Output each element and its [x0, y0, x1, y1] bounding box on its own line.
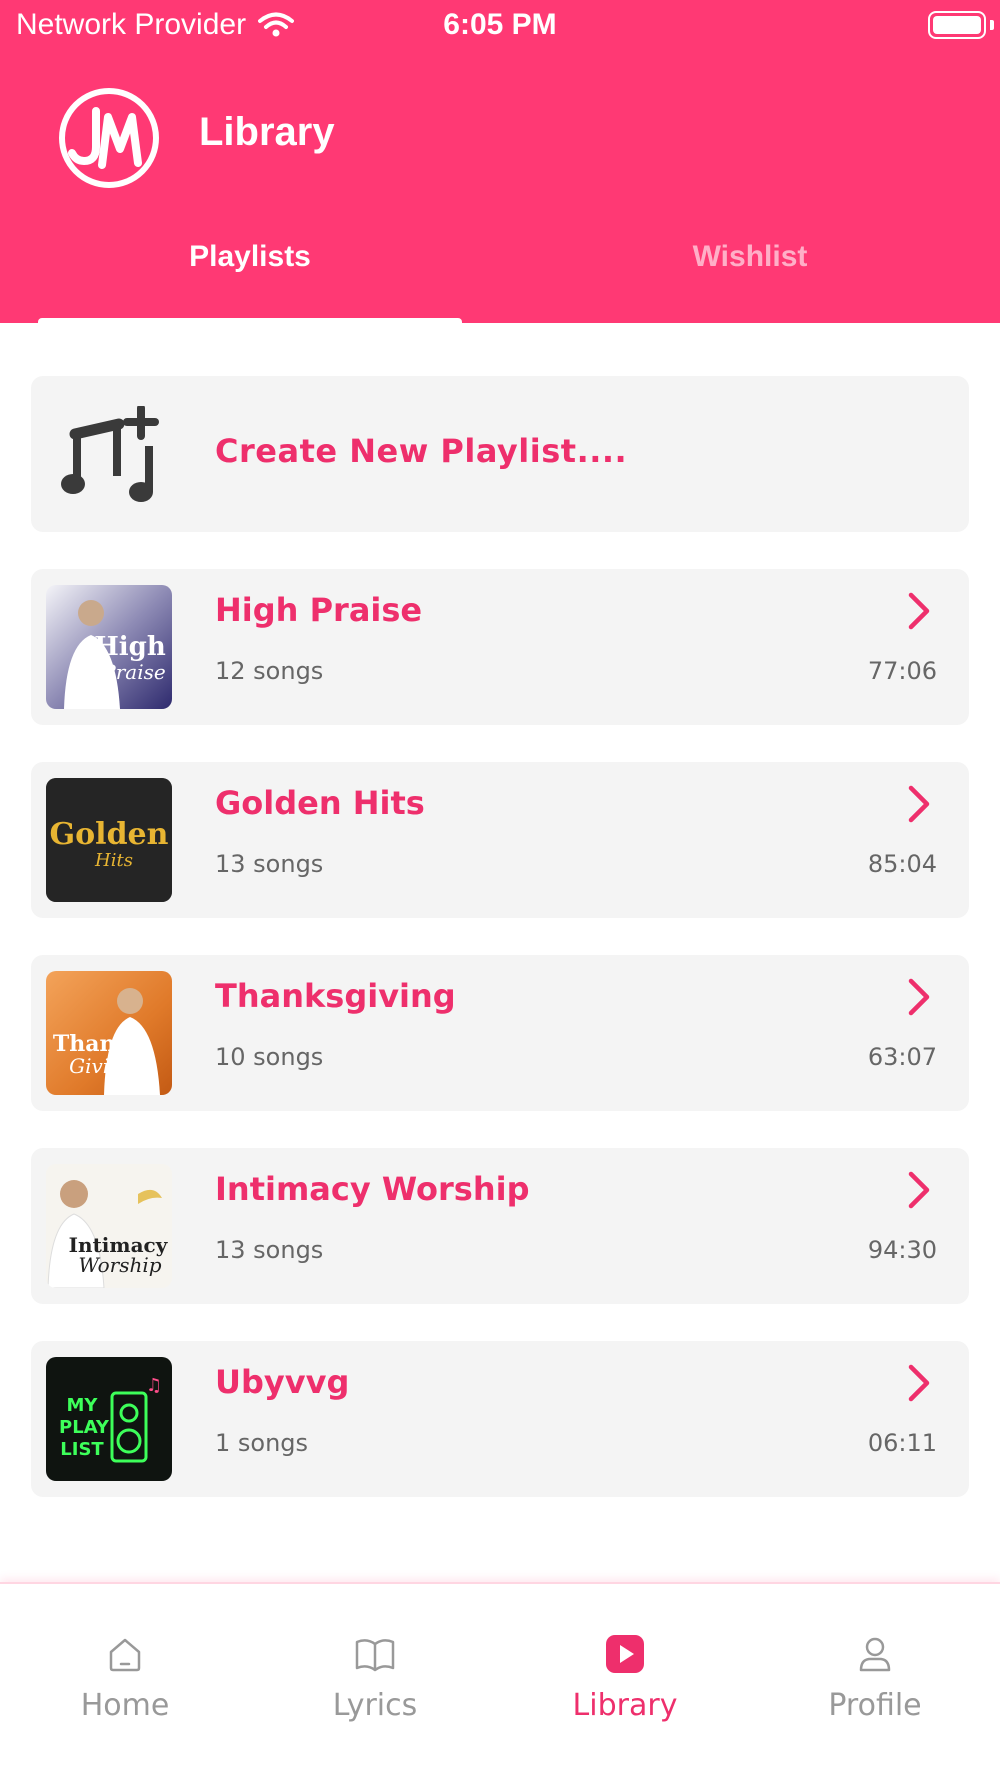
playlist-duration: 94:30: [867, 1236, 937, 1264]
cover-subtitle-text: Giving: [69, 1054, 135, 1078]
cover-line-my: MY: [67, 1395, 99, 1416]
cover-line-play: PLAY: [59, 1417, 110, 1438]
create-playlist-button[interactable]: Create New Playlist....: [31, 376, 969, 532]
status-bar: Network Provider 6:05 PM: [0, 0, 1000, 50]
playlist-duration: 85:04: [867, 850, 937, 878]
playlist-title: Intimacy Worship: [215, 1170, 530, 1208]
chevron-right-icon[interactable]: [903, 1363, 935, 1403]
cover-subtitle-text: Praise: [101, 660, 165, 684]
nav-item-lyrics[interactable]: Lyrics: [250, 1634, 500, 1723]
playlist-row[interactable]: Thanks Giving Thanksgiving 10 songs 63:0…: [31, 955, 969, 1111]
playlist-cover-image: MY PLAY LIST ♫: [46, 1357, 172, 1481]
play-icon: [606, 1635, 644, 1673]
playlist-cover-image: High Praise: [46, 585, 172, 709]
battery-nub: [990, 20, 994, 30]
chevron-right-icon[interactable]: [903, 977, 935, 1017]
cover-line-list: LIST: [60, 1439, 104, 1460]
clock: 6:05 PM: [443, 8, 557, 41]
chevron-right-icon[interactable]: [903, 1170, 935, 1210]
music-plus-icon: [61, 406, 159, 502]
nav-item-profile[interactable]: Profile: [750, 1634, 1000, 1723]
tab-playlists[interactable]: Playlists: [0, 240, 500, 274]
playlist-cover-image: Intimacy Worship: [46, 1164, 172, 1288]
playlist-row[interactable]: Intimacy Worship Intimacy Worship 13 son…: [31, 1148, 969, 1304]
active-tab-indicator: [38, 318, 462, 325]
battery-icon: [928, 11, 986, 39]
create-playlist-label: Create New Playlist....: [215, 432, 628, 470]
nav-item-library[interactable]: Library: [500, 1634, 750, 1723]
playlist-row[interactable]: High Praise High Praise 12 songs 77:06: [31, 569, 969, 725]
playlist-cover-image: Thanks Giving: [46, 971, 172, 1095]
cover-title-text: High: [94, 632, 166, 662]
playlist-song-count: 13 songs: [215, 850, 324, 878]
playlist-song-count: 13 songs: [215, 1236, 324, 1264]
book-icon: [355, 1639, 395, 1672]
nav-label-profile: Profile: [828, 1688, 922, 1723]
playlist-title: Ubyvvg: [215, 1363, 350, 1401]
nav-label-lyrics: Lyrics: [332, 1688, 418, 1723]
playlist-title: High Praise: [215, 591, 423, 629]
cover-subtitle-text: Worship: [78, 1253, 161, 1277]
playlist-song-count: 1 songs: [215, 1429, 309, 1457]
playlist-song-count: 12 songs: [215, 657, 324, 685]
playlist-title: Thanksgiving: [215, 977, 456, 1015]
jm-logo: [59, 88, 159, 188]
header: Network Provider 6:05 PM Library Playlis…: [0, 0, 1000, 325]
user-icon: [859, 1637, 891, 1672]
playlist-duration: 06:11: [867, 1429, 937, 1457]
playlist-duration: 63:07: [867, 1043, 937, 1071]
bottom-nav: Home Lyrics Library Profile: [0, 1582, 1000, 1778]
playlist-duration: 77:06: [867, 657, 937, 685]
cover-title-text: Golden: [50, 817, 169, 852]
playlist-song-count: 10 songs: [215, 1043, 324, 1071]
page-title: Library: [199, 110, 335, 154]
home-icon: [109, 1638, 141, 1672]
chevron-right-icon[interactable]: [903, 784, 935, 824]
chevron-right-icon[interactable]: [903, 591, 935, 631]
nav-label-home: Home: [80, 1688, 170, 1723]
nav-label-library: Library: [572, 1688, 678, 1723]
cover-subtitle-text: Hits: [94, 850, 133, 871]
playlist-row[interactable]: Golden Hits Golden Hits 13 songs 85:04: [31, 762, 969, 918]
playlist-row[interactable]: MY PLAY LIST ♫ Ubyvvg 1 songs 06:11: [31, 1341, 969, 1497]
cover-note: ♫: [146, 1375, 162, 1396]
playlist-title: Golden Hits: [215, 784, 425, 822]
nav-item-home[interactable]: Home: [0, 1634, 250, 1723]
playlist-cover-image: Golden Hits: [46, 778, 172, 902]
tab-wishlist[interactable]: Wishlist: [500, 240, 1000, 274]
